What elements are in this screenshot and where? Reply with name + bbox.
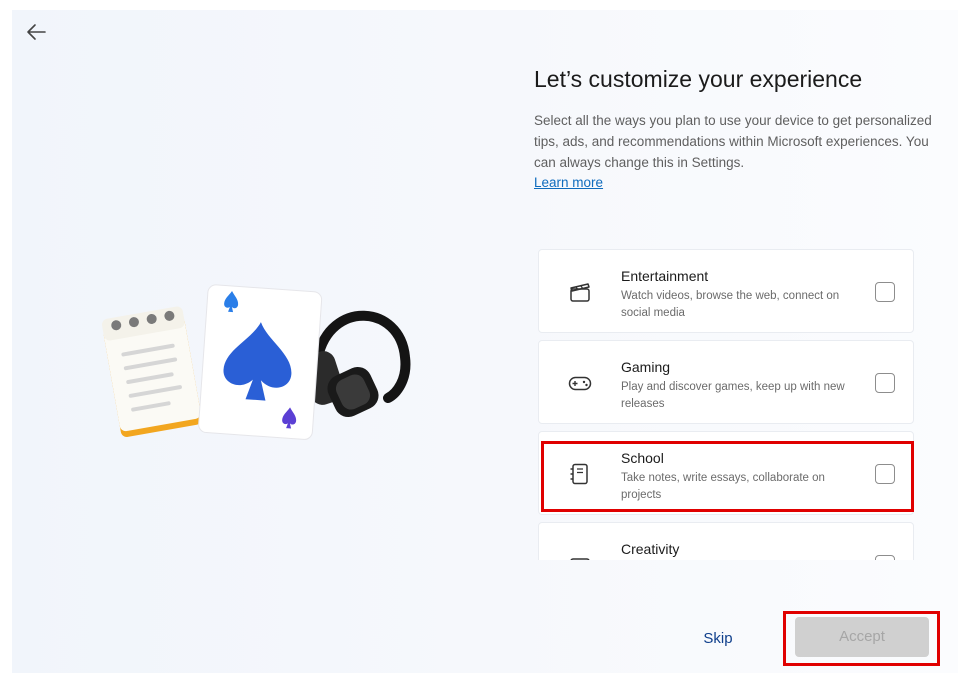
option-title: Creativity (621, 541, 680, 557)
option-entertainment[interactable]: Entertainment Watch videos, browse the w… (538, 249, 914, 333)
playing-card-illustration (198, 284, 323, 440)
accept-button[interactable]: Accept (795, 617, 929, 657)
back-button[interactable] (20, 18, 52, 46)
option-subtitle: Play and discover games, keep up with ne… (621, 381, 845, 410)
option-title: Entertainment (621, 268, 709, 284)
clapperboard-icon (570, 283, 590, 302)
oobe-window: Let’s customize your experience Select a… (12, 10, 958, 673)
option-checkbox[interactable] (875, 373, 895, 393)
pen-icon (570, 558, 590, 560)
option-checkbox[interactable] (875, 464, 895, 484)
learn-more-link[interactable]: Learn more (534, 175, 603, 190)
page-description: Select all the ways you plan to use your… (534, 113, 932, 170)
option-checkbox[interactable] (875, 282, 895, 302)
notebook-icon (570, 463, 588, 485)
illustration (102, 284, 411, 440)
option-subtitle: Take notes, write essays, collaborate on… (621, 472, 825, 501)
option-creativity[interactable]: Creativity (538, 522, 914, 560)
option-title: School (621, 450, 664, 466)
notepad-illustration (102, 306, 202, 438)
usage-options-list: Entertainment Watch videos, browse the w… (538, 249, 916, 560)
option-checkbox[interactable] (875, 555, 895, 560)
gamepad-icon (568, 376, 592, 391)
option-title: Gaming (621, 359, 671, 375)
page-title: Let’s customize your experience (534, 66, 863, 92)
arrow-left-icon (27, 24, 46, 40)
option-gaming[interactable]: Gaming Play and discover games, keep up … (538, 340, 914, 424)
option-subtitle: Watch videos, browse the web, connect on… (621, 290, 840, 319)
skip-button[interactable]: Skip (682, 625, 754, 653)
option-school[interactable]: School Take notes, write essays, collabo… (538, 431, 914, 515)
